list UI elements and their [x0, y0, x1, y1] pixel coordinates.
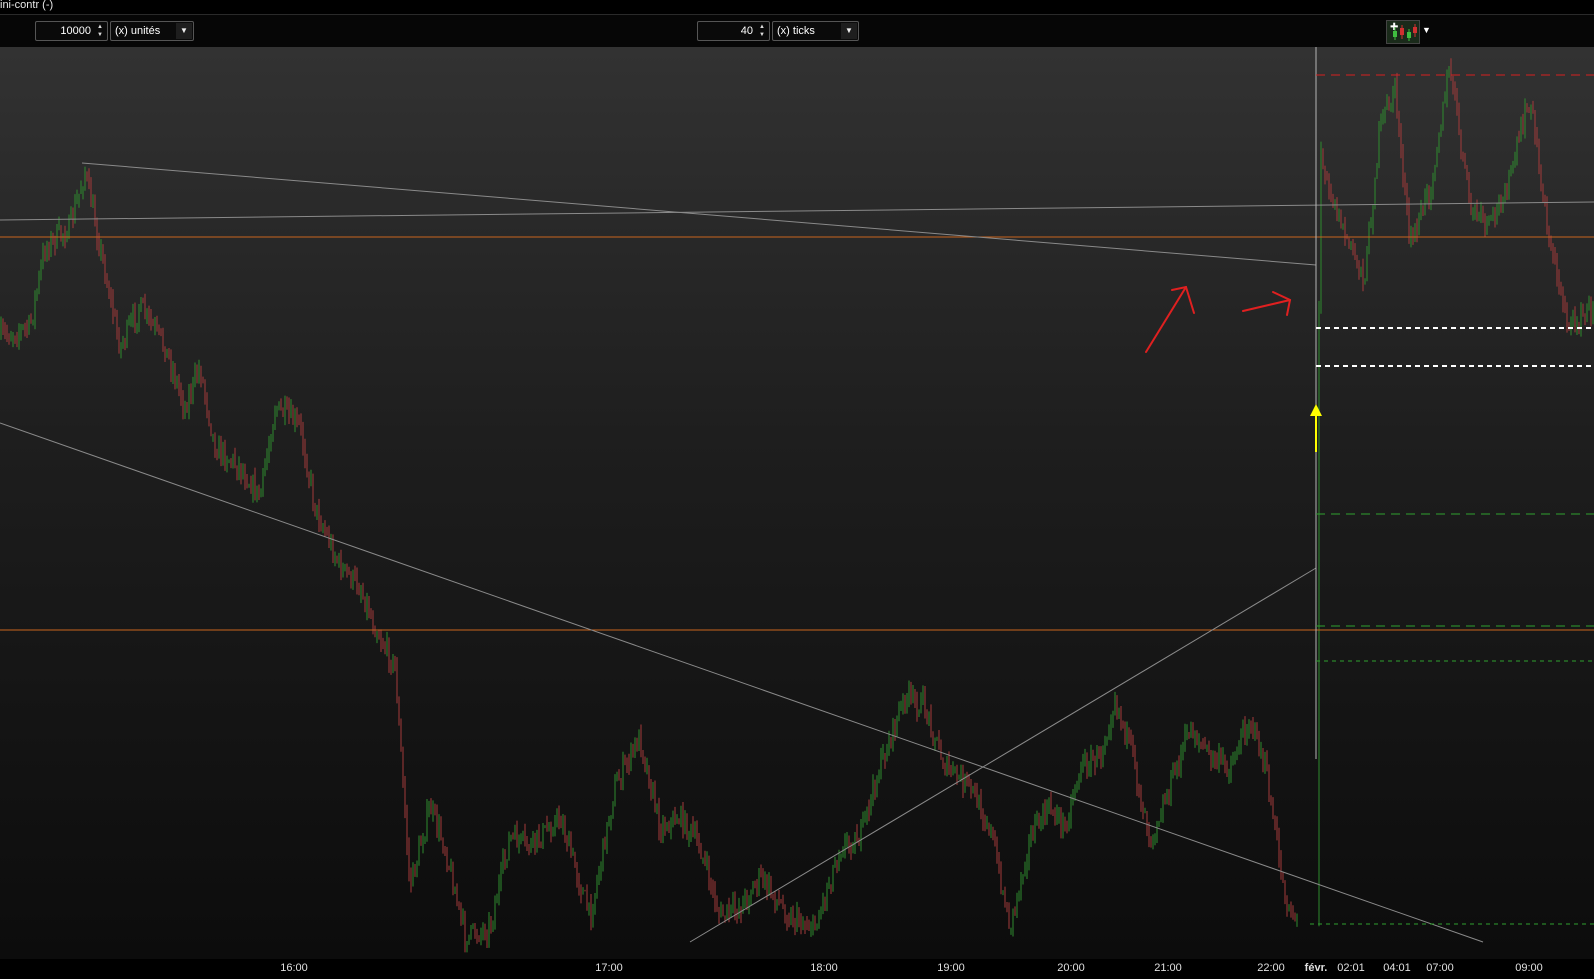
trendline[interactable] [0, 422, 1484, 943]
time-axis-label: 22:00 [1257, 962, 1285, 974]
stepper-up-icon[interactable]: ▲ [756, 23, 768, 31]
time-axis-label: 19:00 [937, 962, 965, 974]
chevron-down-icon[interactable]: ▼ [841, 23, 857, 39]
time-axis-label: 07:00 [1426, 962, 1454, 974]
annotation-arrow-icon[interactable] [1145, 285, 1195, 353]
time-axis-label: 20:00 [1057, 962, 1085, 974]
candlestick-chart-icon[interactable]: ✚ [1386, 20, 1420, 44]
trendline[interactable] [689, 567, 1317, 943]
candlestick-series [0, 58, 1594, 953]
time-axis-label: 21:00 [1154, 962, 1182, 974]
price-chart-canvas[interactable] [0, 47, 1594, 959]
stepper-down-icon[interactable]: ▼ [94, 31, 106, 39]
window-title-bar: ini-contr (-) [0, 0, 1594, 14]
chevron-down-icon[interactable]: ▼ [176, 23, 192, 39]
price-chart[interactable] [0, 47, 1594, 959]
trendline[interactable] [81, 162, 1317, 266]
time-axis-label: 16:00 [280, 962, 308, 974]
time-axis-label: févr. [1304, 962, 1328, 974]
entry-arrow-icon[interactable] [1310, 404, 1322, 452]
ticks-value: 40 [740, 25, 753, 37]
time-axis-label: 02:01 [1337, 962, 1365, 974]
annotation-arrow-icon[interactable] [1242, 291, 1292, 316]
quantity-unit-label: (x) unités [115, 25, 161, 37]
trendline[interactable] [0, 201, 1594, 221]
chart-type-menu-chevron-icon[interactable]: ▼ [1422, 25, 1431, 35]
time-axis-label: 04:01 [1383, 962, 1411, 974]
quantity-stepper[interactable]: 10000 ▲ ▼ [35, 21, 108, 41]
time-axis: 16:00 17:00 18:00 19:00 20:00 21:00 22:00 févr.… [0, 959, 1594, 979]
ticks-unit-label: (x) ticks [777, 25, 815, 37]
chart-toolbar: 10000 ▲ ▼ (x) unités ▼ 40 ▲ ▼ (x) ticks … [0, 14, 1594, 48]
ticks-stepper-arrows[interactable]: ▲ ▼ [756, 23, 768, 39]
window-title: ini-contr (-) [0, 0, 54, 11]
ticks-stepper[interactable]: 40 ▲ ▼ [697, 21, 770, 41]
time-axis-label: 18:00 [810, 962, 838, 974]
ticks-unit-select[interactable]: (x) ticks ▼ [772, 21, 859, 41]
quantity-unit-select[interactable]: (x) unités ▼ [110, 21, 194, 41]
quantity-stepper-arrows[interactable]: ▲ ▼ [94, 23, 106, 39]
quantity-value: 10000 [60, 25, 91, 37]
time-axis-label: 17:00 [595, 962, 623, 974]
stepper-up-icon[interactable]: ▲ [94, 23, 106, 31]
stepper-down-icon[interactable]: ▼ [756, 31, 768, 39]
time-axis-label: 09:00 [1515, 962, 1543, 974]
